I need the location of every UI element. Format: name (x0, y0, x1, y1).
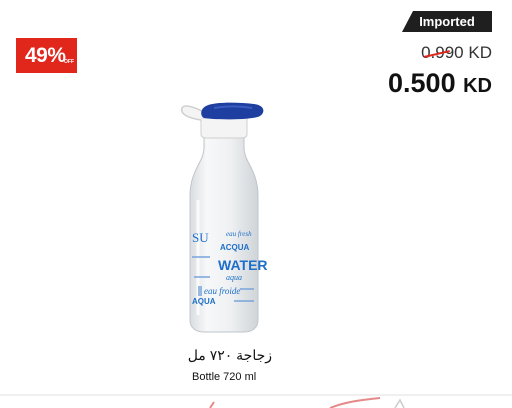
glass-water-bottle-icon: SU eau fresh ACQUA WATER aqua eau froide… (180, 102, 268, 333)
old-price-currency: KD (468, 43, 492, 62)
product-name-arabic: زجاجة ٧٢٠ مل (187, 347, 272, 363)
old-price: 0.990 KD (421, 43, 492, 63)
imported-badge: Imported (402, 11, 492, 32)
product-image[interactable]: SU eau fresh ACQUA WATER aqua eau froide… (174, 100, 274, 335)
label-text-7: AQUA (192, 297, 216, 306)
discount-off-label: OFF (64, 59, 74, 65)
new-price-currency: KD (463, 75, 492, 97)
product-name-english: Bottle 720 ml (192, 371, 257, 383)
discount-percent: 49% (25, 44, 66, 67)
label-text-3: ACQUA (220, 243, 250, 252)
label-text-5: aqua (226, 273, 242, 282)
new-price-value: 0.500 (388, 68, 456, 98)
label-text-6: eau froide (204, 286, 240, 296)
top-divider (0, 0, 512, 6)
imported-badge-label: Imported (419, 14, 475, 29)
discount-badge: 49% OFF (16, 38, 77, 73)
label-text-2: eau fresh (226, 230, 252, 238)
label-text-4: WATER (218, 257, 268, 273)
new-price: 0.500 KD (388, 68, 492, 99)
label-text-1: SU (192, 230, 209, 245)
bottom-strip-decoration (0, 394, 512, 408)
